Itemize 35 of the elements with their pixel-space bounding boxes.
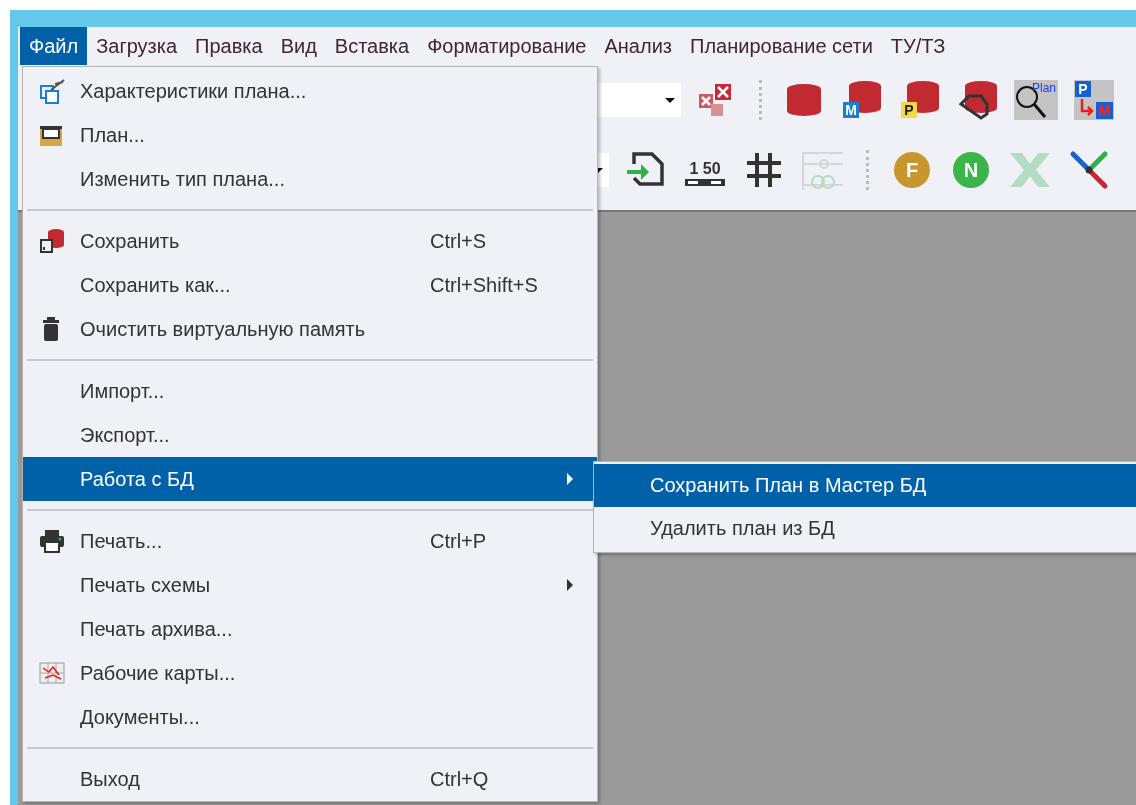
menu-item[interactable]: Удалить план из БД xyxy=(594,507,1136,550)
menu-item[interactable]: Сохранить План в Мастер БД xyxy=(594,464,1136,507)
menu-bar-item[interactable]: ТУ/ТЗ xyxy=(881,27,955,65)
printer-icon xyxy=(38,528,65,554)
menu-bar-item[interactable]: Анализ xyxy=(595,27,681,65)
menu-item[interactable]: Очистить виртуальную память xyxy=(23,307,597,351)
menu-item[interactable]: Документы... xyxy=(23,695,597,739)
database-icon[interactable] xyxy=(956,80,1000,120)
caret-icon xyxy=(665,98,675,103)
menu-bar-item[interactable]: Вид xyxy=(271,27,326,65)
save-icon xyxy=(38,228,65,254)
menu-item[interactable]: Характеристики плана... xyxy=(23,69,597,113)
menu-bar-item[interactable]: Вставка xyxy=(325,27,419,65)
map-icon xyxy=(38,660,65,686)
dropdown-field[interactable] xyxy=(595,83,681,117)
menu-item[interactable]: Рабочие карты... xyxy=(23,651,597,695)
properties-icon xyxy=(38,78,65,104)
menu-item[interactable]: Сохранить Ctrl+S xyxy=(23,219,597,263)
menu-bar-item[interactable]: Файл xyxy=(20,27,88,65)
menu-item[interactable]: Экспорт... xyxy=(23,413,597,457)
menu-item[interactable]: Печать... Ctrl+P xyxy=(23,519,597,563)
menu-bar-item[interactable]: Загрузка xyxy=(87,27,187,65)
transfer-icon[interactable]: P M xyxy=(1072,80,1116,120)
menu-item[interactable]: Выход Ctrl+Q xyxy=(23,757,597,801)
menu-item[interactable]: Сохранить как... Ctrl+Shift+S xyxy=(23,263,597,307)
menu-item[interactable]: Печать архива... xyxy=(23,607,597,651)
search-icon[interactable]: Plan xyxy=(1014,80,1058,120)
menu-bar-item[interactable]: Планирование сети xyxy=(681,27,882,65)
menu-item[interactable]: План... xyxy=(23,113,597,157)
menu-item[interactable]: Печать схемы xyxy=(23,563,597,607)
menu-bar-item[interactable]: Правка xyxy=(186,27,272,65)
menu-item[interactable]: Импорт... xyxy=(23,369,597,413)
menu-item[interactable]: Изменить тип плана... xyxy=(23,157,597,201)
menu-item[interactable]: Работа с БД xyxy=(23,457,597,501)
menu-bar-item[interactable]: Форматирование xyxy=(418,27,596,65)
